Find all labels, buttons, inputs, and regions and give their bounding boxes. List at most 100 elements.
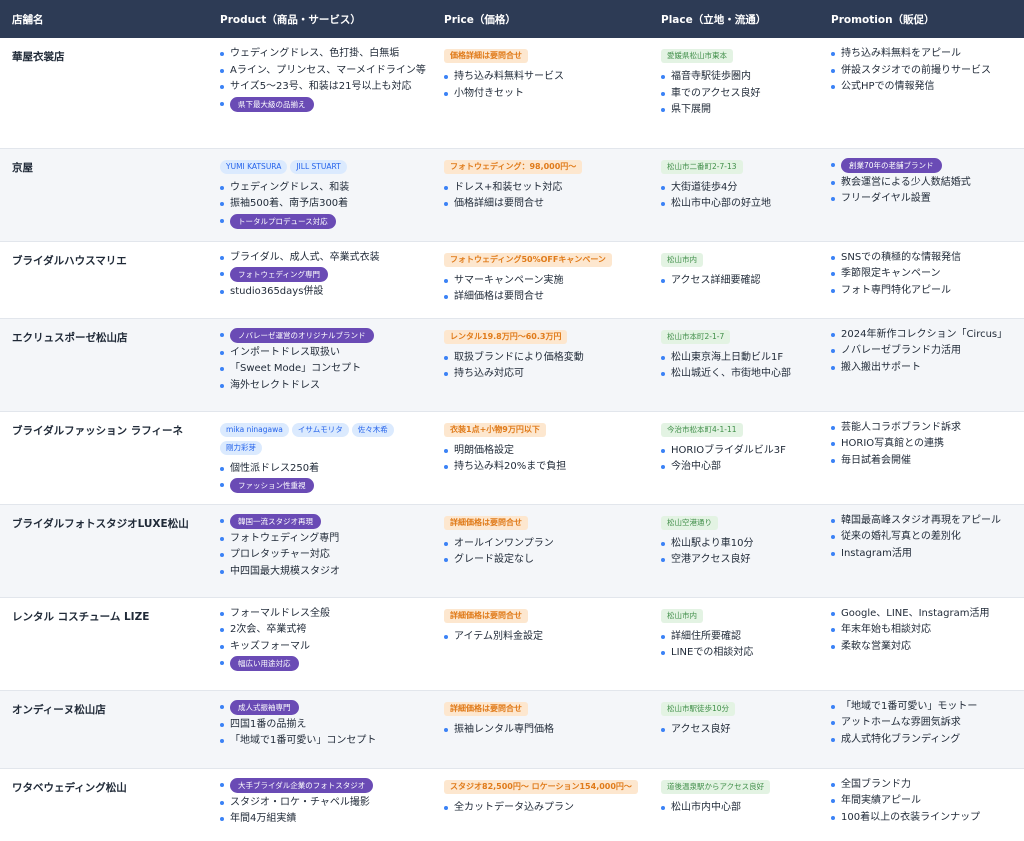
promotion-list: SNSでの積極的な情報発信 季節限定キャンペーン フォト専門特化アピール <box>831 250 1018 300</box>
price-cell: 衣装1点+小物9万円以下明朗価格設定 持ち込み料20%まで負担 <box>432 411 649 504</box>
store-name-cell: レンタル コスチューム LIZE <box>12 610 150 623</box>
place-item: 松山市中心部の好立地 <box>661 196 813 213</box>
place-list: 松山市内中心部 <box>661 800 813 817</box>
promotion-item: 全国ブランド力 <box>831 777 1018 794</box>
product-item: 年間4万組実績 <box>220 811 426 828</box>
product-list: 成人式振袖専門 四国1番の品揃え 「地域で1番可愛い」コンセプト <box>220 699 426 750</box>
price-item: 振袖レンタル専門価格 <box>444 722 643 739</box>
product-item: フォトウェディング専門 <box>220 531 426 548</box>
place-item: 空港アクセス良好 <box>661 552 813 569</box>
place-tag: 松山市内 <box>661 252 703 267</box>
product-badge-item: 成人式振袖専門 <box>220 699 426 717</box>
table-row: ワタベウェディング松山 大手ブライダル企業のフォトスタジオ スタジオ・ロケ・チャペル… <box>0 768 1024 841</box>
price-tag-wrap: フォトウェディング50%OFFキャンペーン <box>444 252 643 270</box>
promotion-cell: 持ち込み料無料をアピール 併設スタジオでの前撮りサービス 公式HPでの情報発信 <box>819 38 1024 148</box>
place-item: 大街道徒歩4分 <box>661 180 813 197</box>
promotion-list: 全国ブランド力 年間実績アピール 100着以上の衣装ラインナップ <box>831 777 1018 827</box>
place-tag: 松山市二番町2-7-13 <box>661 159 743 174</box>
store-name-cell: ブライダルハウスマリエ <box>12 254 127 267</box>
place-tag: 松山市内 <box>661 608 703 623</box>
promotion-item: 毎日試着会開催 <box>831 453 1018 470</box>
place-item: 松山城近く、市街地中心部 <box>661 366 813 383</box>
promotion-badge: 創業70年の老舗ブランド <box>841 157 942 173</box>
place-item: 松山東京海上日動ビル1F <box>661 350 813 367</box>
promotion-list: 韓国最高峰スタジオ再現をアピール 従来の婚礼写真との差別化 Instagram活用 <box>831 513 1018 563</box>
price-list: ドレス+和装セット対応 価格詳細は要問合せ <box>444 180 643 213</box>
price-cell: スタジオ82,500円〜 ロケーション154,000円〜 全カットデータ込みプラン <box>432 768 649 841</box>
price-item: 詳細価格は要問合せ <box>444 289 643 306</box>
price-tag: スタジオ82,500円〜 ロケーション154,000円〜 <box>444 779 638 794</box>
price-item: 全カットデータ込みプラン <box>444 800 643 817</box>
product-item: 2次会、卒業式袴 <box>220 622 426 639</box>
promotion-list: Google、LINE、Instagram活用 年末年始も相談対応 柔軟な営業対応 <box>831 606 1018 656</box>
product-badge-item: 韓国一流スタジオ再現 <box>220 513 426 531</box>
place-cell: 今治市松本町4-1-11 HORIOブライダルビル3F 今治中心部 <box>649 411 819 504</box>
product-cell: ノバレーゼ運営のオリジナルブランド インポートドレス取扱い 「Sweet Mode」… <box>208 318 432 411</box>
price-list: 全カットデータ込みプラン <box>444 800 643 817</box>
product-badge: トータルプロデュース対応 <box>230 213 336 229</box>
product-item: ブライダル、成人式、卒業式衣装 <box>220 250 426 267</box>
header-promotion: Promotion（販促） <box>831 13 935 26</box>
place-list: HORIOブライダルビル3F 今治中心部 <box>661 443 813 476</box>
price-tag-wrap: レンタル19.8万円〜60.3万円 <box>444 329 643 347</box>
product-badge: ファッション性重視 <box>230 478 314 493</box>
price-tag-wrap: 詳細価格は要問合せ <box>444 515 643 533</box>
product-badge-item: 県下最大級の品揃え <box>220 96 426 114</box>
product-list: 大手ブライダル企業のフォトスタジオ スタジオ・ロケ・チャペル撮影 年間4万組実績 <box>220 777 426 828</box>
product-list: ウェディングドレス、色打掛、白無垢 Aライン、プリンセス、マーメイドライン等 サイズ… <box>220 46 426 114</box>
product-list: 韓国一流スタジオ再現 フォトウェディング専門 プロレタッチャー対応 中四国最大規模スタ… <box>220 513 426 581</box>
place-item: 県下展開 <box>661 102 813 119</box>
product-badge: 大手ブライダル企業のフォトスタジオ <box>230 777 374 793</box>
promotion-item: HORIO写真館との連携 <box>831 436 1018 453</box>
promotion-cell: 2024年新作コレクション「Circus」 ノバレーゼブランド力活用 搬入搬出サポー… <box>819 318 1024 411</box>
product-list: ノバレーゼ運営のオリジナルブランド インポートドレス取扱い 「Sweet Mode」… <box>220 327 426 395</box>
brand-tag: 剛力彩芽 <box>220 440 262 455</box>
price-tag: フォトウェディング：98,000円〜 <box>444 159 583 174</box>
price-cell: 価格詳細は要問合せ 持ち込み料無料サービス 小物付きセット <box>432 38 649 148</box>
place-tag-wrap: 松山市内 <box>661 608 813 626</box>
place-tag: 松山空港通り <box>661 515 718 530</box>
product-list: 個性派ドレス250着 ファッション性重視 <box>220 461 426 496</box>
brand-tag: JILL STUART <box>290 159 347 174</box>
product-cell: YUMI KATSURA JILL STUART ウェディングドレス、和装 振袖500… <box>208 148 432 241</box>
promotion-cell: SNSでの積極的な情報発信 季節限定キャンペーン フォト専門特化アピール <box>819 241 1024 318</box>
table-row: ブライダルファッション ラフィーネ mika ninagawa イサムモリタ 佐々木希… <box>0 411 1024 504</box>
promotion-cell: 韓国最高峰スタジオ再現をアピール 従来の婚礼写真との差別化 Instagram活用 <box>819 504 1024 597</box>
price-item: 価格詳細は要問合せ <box>444 196 643 213</box>
price-tag: 衣装1点+小物9万円以下 <box>444 422 546 437</box>
promotion-item: 年末年始も相談対応 <box>831 622 1018 639</box>
promotion-cell: 全国ブランド力 年間実績アピール 100着以上の衣装ラインナップ <box>819 768 1024 841</box>
price-list: 明朗価格設定 持ち込み料20%まで負担 <box>444 443 643 476</box>
product-badge: 韓国一流スタジオ再現 <box>230 513 321 529</box>
place-cell: 松山市本町2-1-7 松山東京海上日動ビル1F 松山城近く、市街地中心部 <box>649 318 819 411</box>
promotion-item: 2024年新作コレクション「Circus」 <box>831 327 1018 344</box>
promotion-list: 芸能人コラボブランド訴求 HORIO写真館との連携 毎日試着会開催 <box>831 420 1018 470</box>
price-item: アイテム別料金設定 <box>444 629 643 646</box>
product-cell: 韓国一流スタジオ再現 フォトウェディング専門 プロレタッチャー対応 中四国最大規模スタ… <box>208 504 432 597</box>
product-item: 「地域で1番可愛い」コンセプト <box>220 733 426 750</box>
promotion-item: Google、LINE、Instagram活用 <box>831 606 1018 623</box>
product-cell: ウェディングドレス、色打掛、白無垢 Aライン、プリンセス、マーメイドライン等 サイズ… <box>208 38 432 148</box>
product-item: studio365days併設 <box>220 284 426 301</box>
brand-tags: YUMI KATSURA JILL STUART <box>220 159 426 177</box>
product-badge-item: 幅広い用途対応 <box>220 655 426 673</box>
place-cell: 松山市内 アクセス詳細要確認 <box>649 241 819 318</box>
product-badge: フォトウェディング専門 <box>230 267 328 282</box>
price-item: 持ち込み料無料サービス <box>444 69 643 86</box>
product-list: フォーマルドレス全般 2次会、卒業式袴 キッズフォーマル 幅広い用途対応 <box>220 606 426 674</box>
header-row: 店舗名 Product（商品・サービス） Price（価格） Place（立地・… <box>0 0 1024 38</box>
price-list: サマーキャンペーン実施 詳細価格は要問合せ <box>444 273 643 306</box>
product-item: ウェディングドレス、和装 <box>220 180 426 197</box>
price-tag: 詳細価格は要問合せ <box>444 701 528 716</box>
place-item: 福音寺駅徒歩圏内 <box>661 69 813 86</box>
place-tag-wrap: 今治市松本町4-1-11 <box>661 422 813 440</box>
promotion-item: 公式HPでの情報発信 <box>831 79 1018 96</box>
price-cell: 詳細価格は要問合せ オールインワンプラン グレード設定なし <box>432 504 649 597</box>
price-item: 明朗価格設定 <box>444 443 643 460</box>
place-list: 松山駅より車10分 空港アクセス良好 <box>661 536 813 569</box>
product-badge-item: トータルプロデュース対応 <box>220 213 426 231</box>
place-tag: 松山市駅徒歩10分 <box>661 701 736 716</box>
place-tag-wrap: 松山市内 <box>661 252 813 270</box>
promotion-item: 搬入搬出サポート <box>831 360 1018 377</box>
product-cell: 成人式振袖専門 四国1番の品揃え 「地域で1番可愛い」コンセプト <box>208 690 432 768</box>
